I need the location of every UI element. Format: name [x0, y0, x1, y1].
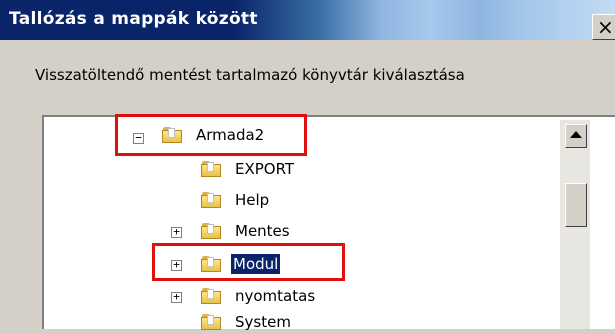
tree-node-label: EXPORT	[235, 160, 295, 178]
scroll-up-button[interactable]	[565, 124, 587, 148]
highlight-box-modul	[152, 243, 345, 281]
folder-icon	[201, 192, 221, 208]
expand-icon[interactable]: +	[171, 291, 182, 303]
folder-icon	[201, 288, 221, 304]
tree-node-label: Help	[235, 191, 270, 209]
close-icon: ×	[597, 15, 614, 39]
instruction-text: Visszatöltendő mentést tartalmazó könyvt…	[35, 66, 465, 84]
tree-node-label: System	[235, 313, 291, 331]
tree-node-label: nyomtatas	[235, 287, 316, 305]
expand-icon[interactable]: +	[171, 226, 182, 238]
window-title: Tallózás a mappák között	[9, 9, 258, 29]
scrollbar-thumb[interactable]	[565, 183, 587, 227]
title-bar[interactable]: Tallózás a mappák között	[0, 0, 615, 40]
folder-icon	[201, 314, 221, 330]
close-button[interactable]: ×	[592, 14, 615, 40]
highlight-box-armada2	[115, 114, 307, 156]
tree-node-label: Mentes	[235, 222, 290, 240]
folder-icon	[201, 161, 221, 177]
folder-icon	[201, 223, 221, 239]
arrow-up-icon	[570, 131, 582, 138]
